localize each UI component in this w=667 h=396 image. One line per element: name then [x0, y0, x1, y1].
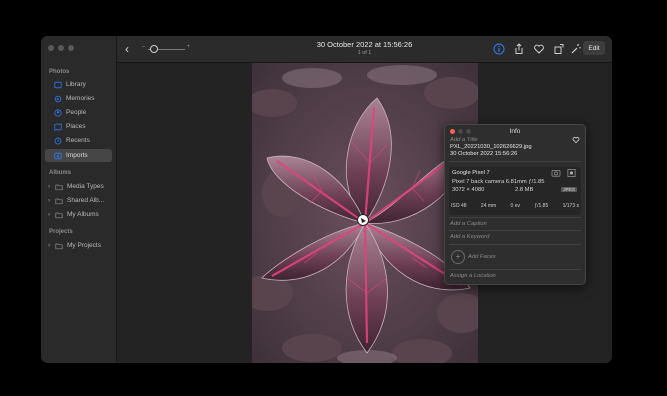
sidebar-item-label: Media Types — [67, 183, 104, 190]
file-size: 2.8 MB — [515, 187, 534, 193]
section-title-albums: Albums — [49, 170, 72, 176]
iso-value: ISO 48 — [451, 203, 467, 209]
toolbar: ‹ – + 30 October 2022 at 15:56:26 1 of 1… — [117, 36, 612, 63]
sidebar-item-places[interactable]: Places — [45, 120, 112, 133]
sidebar-item-imports[interactable]: Imports — [45, 149, 112, 162]
disclosure-chevron-icon[interactable]: › — [48, 184, 50, 190]
share-icon[interactable] — [513, 43, 525, 55]
sidebar-item-label: Memories — [66, 95, 95, 102]
sidebar-item-shared-albums[interactable]: › Shared Alb... — [45, 194, 112, 207]
folder-icon — [55, 198, 63, 204]
aperture-value: ƒ/1.85 — [534, 203, 549, 209]
clock-icon — [54, 137, 62, 144]
photo-style-icon — [567, 169, 576, 177]
edit-button[interactable]: Edit — [583, 41, 605, 55]
info-panel: Info Add a Title PXL_20221030_102626629.… — [444, 124, 586, 285]
sidebar-item-media-types[interactable]: › Media Types — [45, 180, 112, 193]
camera-icon — [551, 170, 561, 177]
section-title-photos: Photos — [49, 69, 70, 75]
sidebar-item-recents[interactable]: Recents — [45, 134, 112, 147]
capture-datetime: 30 October 2022 15:56:26 — [450, 151, 518, 157]
add-faces-icon[interactable]: + — [451, 250, 465, 264]
panel-title: Info — [509, 128, 521, 135]
folder-icon — [55, 243, 63, 249]
section-title-projects: Projects — [49, 229, 73, 235]
camera-model: Google Pixel 7 — [452, 170, 490, 176]
sidebar-item-label: People — [66, 109, 87, 116]
window-controls — [48, 45, 74, 51]
sidebar-item-my-projects[interactable]: › My Projects — [45, 239, 112, 252]
favorite-heart-icon[interactable] — [572, 136, 580, 144]
rotate-icon[interactable] — [553, 43, 565, 55]
caption-field[interactable]: Add a Caption — [450, 221, 487, 227]
folder-icon — [55, 212, 63, 218]
sidebar-item-label: Recents — [66, 137, 90, 144]
info-icon[interactable] — [493, 43, 505, 55]
format-badge: JPEG — [561, 187, 577, 192]
sidebar-item-people[interactable]: People — [45, 106, 112, 119]
title-field[interactable]: Add a Title — [450, 137, 478, 143]
sidebar-item-my-albums[interactable]: › My Albums — [45, 208, 112, 221]
location-field[interactable]: Assign a Location — [450, 273, 496, 279]
sidebar-item-label: Places — [66, 123, 86, 130]
sidebar-item-label: Library — [66, 81, 86, 88]
disclosure-chevron-icon[interactable]: › — [48, 212, 50, 218]
resolution: 3072 × 4080 — [452, 187, 485, 193]
folder-icon — [55, 184, 63, 190]
close-button[interactable] — [48, 45, 54, 51]
lens-info: Pixel 7 back camera 6.81mm ƒ/1.85 — [452, 179, 545, 185]
zoom-button[interactable] — [68, 45, 74, 51]
map-icon — [54, 122, 62, 131]
keyword-field[interactable]: Add a Keyword — [450, 234, 489, 240]
exposure-value: 0 ev — [510, 203, 520, 209]
filename: PXL_20221030_102626629.jpg — [450, 144, 532, 150]
sidebar-item-label: My Albums — [67, 211, 99, 218]
photos-window: Photos Library Memories People Places Re… — [41, 36, 612, 363]
people-icon — [54, 108, 62, 117]
memories-icon — [54, 95, 62, 102]
sidebar-item-library[interactable]: Library — [45, 78, 112, 91]
sidebar: Photos Library Memories People Places Re… — [41, 36, 117, 363]
magic-wand-icon[interactable] — [570, 43, 582, 55]
focal-length: 24 mm — [480, 203, 497, 209]
heart-icon[interactable] — [533, 43, 545, 55]
exif-stats: ISO 48 24 mm 0 ev ƒ/1.85 1/173 s — [451, 203, 579, 209]
import-icon — [54, 152, 62, 159]
library-icon — [54, 81, 62, 88]
add-faces-label[interactable]: Add Faces — [468, 254, 496, 260]
sidebar-item-label: My Projects — [67, 242, 101, 249]
sidebar-item-label: Imports — [66, 152, 88, 159]
shutter-speed: 1/173 s — [562, 203, 579, 209]
minimize-button[interactable] — [58, 45, 64, 51]
disclosure-chevron-icon[interactable]: › — [48, 243, 50, 249]
sidebar-item-memories[interactable]: Memories — [45, 92, 112, 105]
sidebar-item-label: Shared Alb... — [67, 197, 105, 204]
disclosure-chevron-icon[interactable]: › — [48, 198, 50, 204]
